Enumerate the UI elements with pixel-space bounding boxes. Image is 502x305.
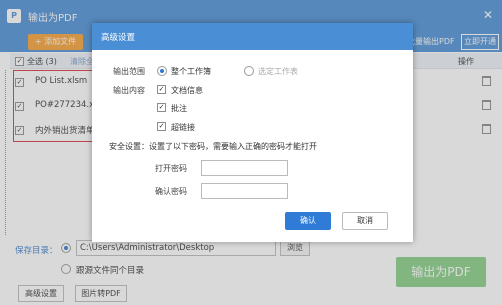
dialog-title-bar: 高级设置 bbox=[92, 23, 413, 50]
confirm-password-label: 确认密码 bbox=[155, 187, 187, 196]
doc-info-checkbox[interactable]: ✓ bbox=[157, 85, 166, 94]
comments-checkbox[interactable]: ✓ bbox=[157, 103, 166, 112]
comments-label: 批注 bbox=[171, 104, 187, 113]
advanced-settings-dialog: 高级设置 输出范围 整个工作簿 选定工作表 输出内容 ✓ 文档信息 ✓ 批注 ✓… bbox=[92, 23, 413, 242]
security-settings-text: 安全设置：设置了以下密码，需要输入正确的密码才能打开 bbox=[109, 142, 317, 151]
open-password-label: 打开密码 bbox=[155, 164, 187, 173]
range-selected-sheet-label: 选定工作表 bbox=[258, 67, 298, 76]
range-whole-workbook-radio[interactable] bbox=[157, 66, 167, 76]
open-password-input[interactable] bbox=[201, 160, 288, 176]
hyperlinks-checkbox[interactable]: ✓ bbox=[157, 122, 166, 131]
range-whole-workbook-label: 整个工作簿 bbox=[171, 67, 211, 76]
confirm-password-input[interactable] bbox=[201, 183, 288, 199]
range-selected-sheet-radio[interactable] bbox=[244, 66, 254, 76]
cancel-button[interactable]: 取消 bbox=[342, 212, 388, 230]
output-range-label: 输出范围 bbox=[113, 67, 145, 76]
output-content-label: 输出内容 bbox=[113, 86, 145, 95]
dialog-title: 高级设置 bbox=[101, 33, 136, 43]
hyperlinks-label: 超链接 bbox=[171, 123, 195, 132]
doc-info-label: 文档信息 bbox=[171, 86, 203, 95]
confirm-button[interactable]: 确认 bbox=[285, 212, 331, 230]
